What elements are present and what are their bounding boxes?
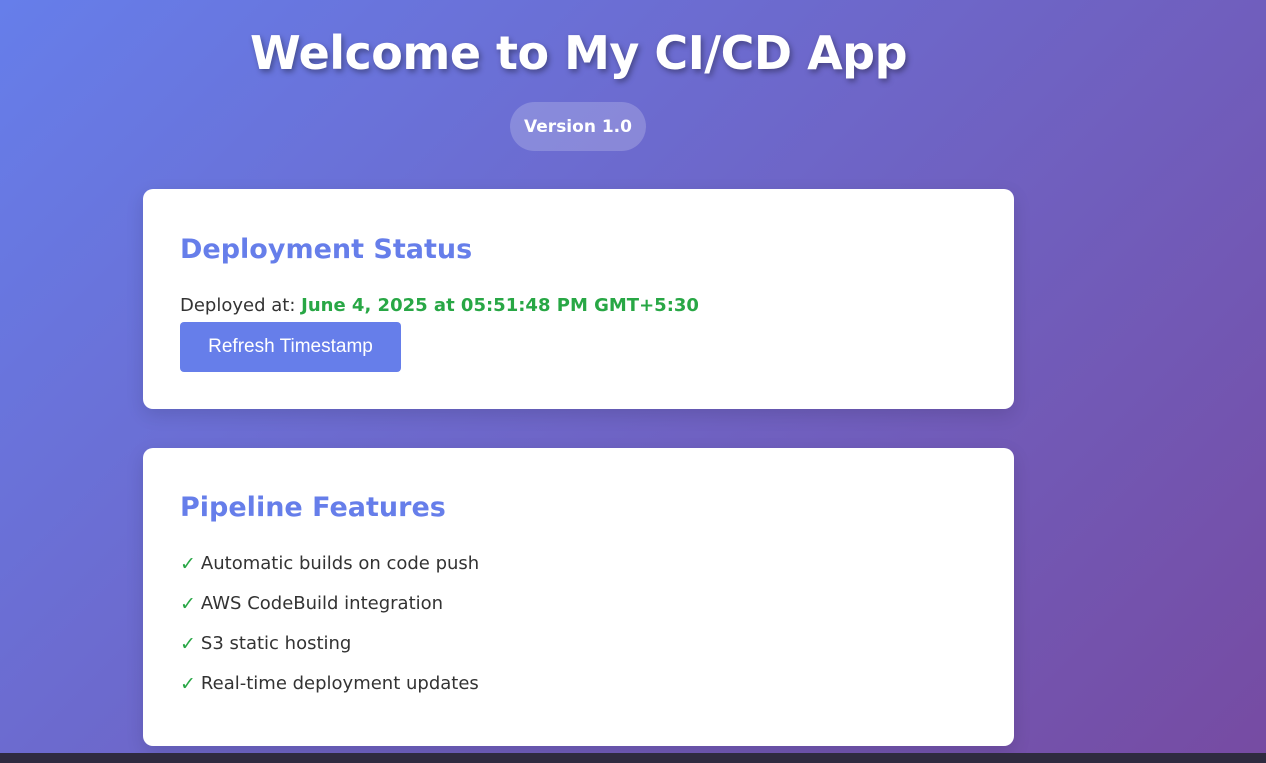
bottom-bar	[0, 753, 1266, 763]
list-item: ✓ Real-time deployment updates	[180, 673, 479, 713]
feature-label: AWS CodeBuild integration	[200, 593, 444, 614]
feature-label: Real-time deployment updates	[200, 673, 479, 694]
list-item: ✓ Automatic builds on code push	[180, 553, 479, 593]
list-item: ✓ S3 static hosting	[180, 633, 479, 673]
pipeline-features-heading: Pipeline Features	[180, 492, 446, 523]
deployed-at-line: Deployed at: June 4, 2025 at 05:51:48 PM…	[180, 295, 699, 316]
feature-label: S3 static hosting	[200, 633, 352, 654]
deployment-status-card: Deployment Status Deployed at: June 4, 2…	[143, 189, 1014, 409]
checkmark-icon: ✓	[180, 673, 196, 695]
deployed-timestamp: June 4, 2025 at 05:51:48 PM GMT+5:30	[301, 295, 699, 316]
page: Welcome to My CI/CD App Version 1.0 Depl…	[0, 0, 1266, 763]
checkmark-icon: ✓	[180, 593, 196, 615]
page-title: Welcome to My CI/CD App	[249, 26, 908, 80]
pipeline-features-card: Pipeline Features ✓ Automatic builds on …	[143, 448, 1014, 746]
version-badge: Version 1.0	[510, 102, 646, 151]
list-item: ✓ AWS CodeBuild integration	[180, 593, 479, 633]
deployed-at-label: Deployed at:	[180, 295, 302, 316]
feature-label: Automatic builds on code push	[200, 553, 480, 574]
refresh-timestamp-button[interactable]: Refresh Timestamp	[180, 322, 401, 372]
features-list: ✓ Automatic builds on code push ✓ AWS Co…	[180, 553, 479, 713]
checkmark-icon: ✓	[180, 553, 196, 575]
deployment-status-heading: Deployment Status	[180, 234, 473, 265]
checkmark-icon: ✓	[180, 633, 196, 655]
